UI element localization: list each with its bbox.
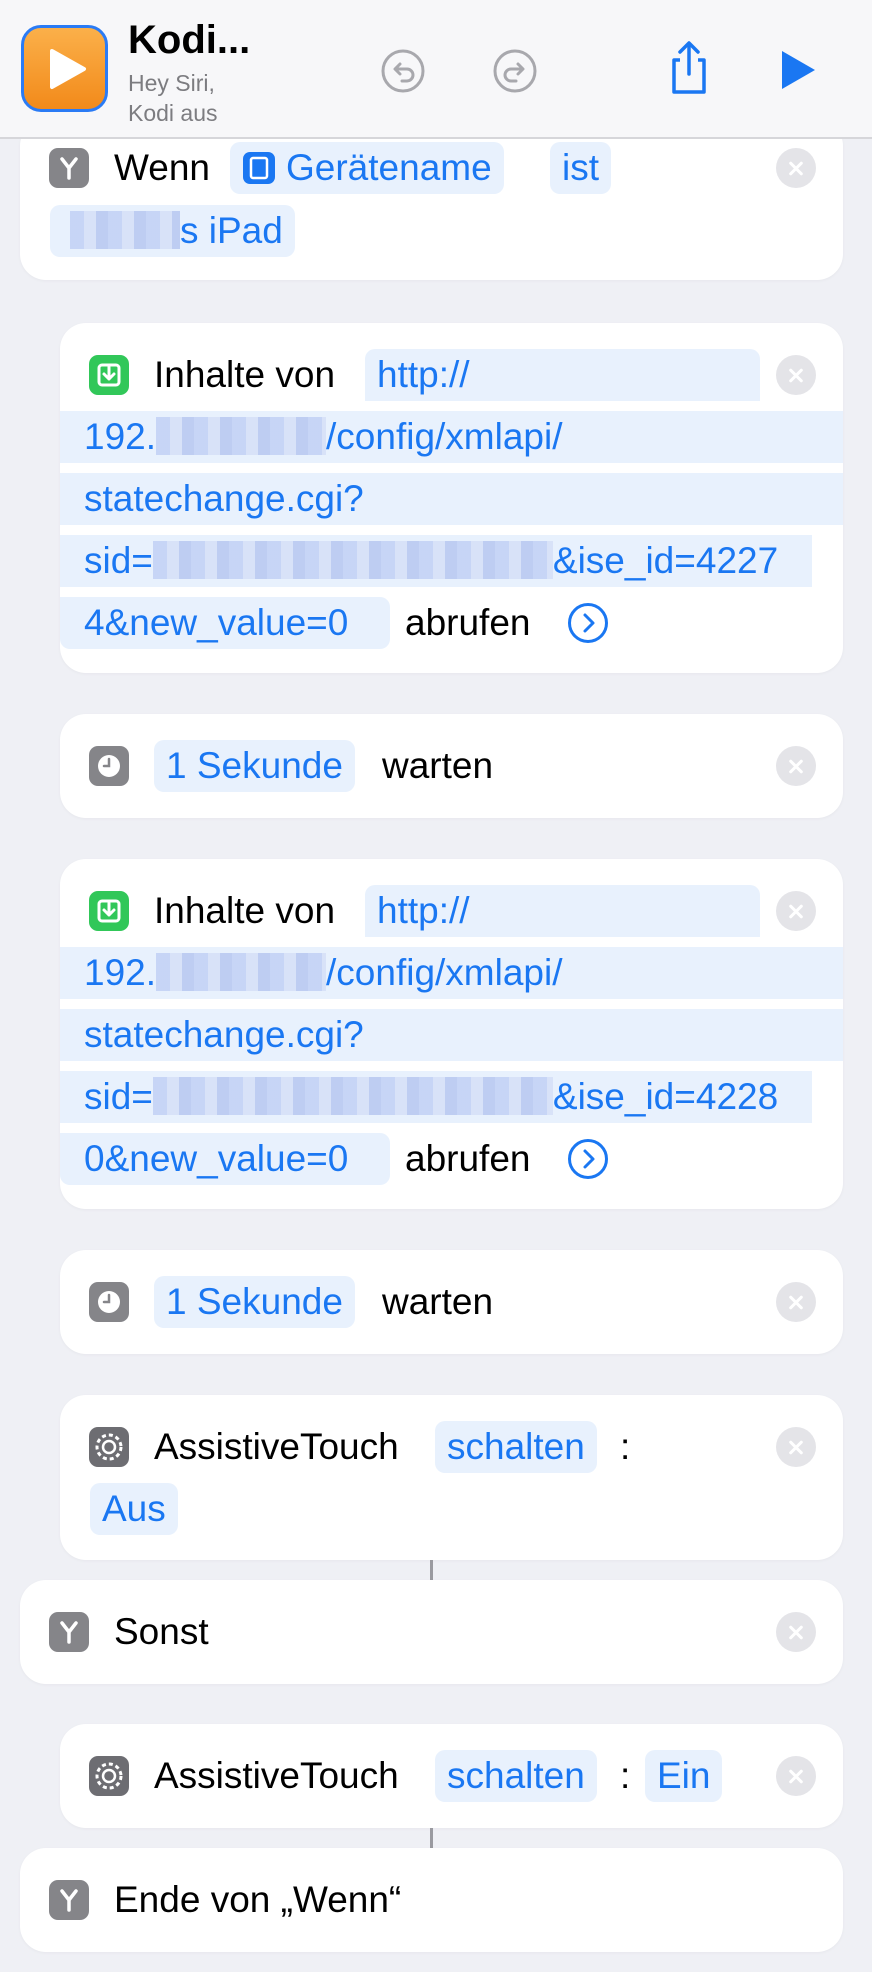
shortcut-app-icon[interactable] xyxy=(21,25,108,112)
wait-card-2[interactable]: 1 Sekunde warten xyxy=(60,1250,843,1354)
fetch-action-label: abrufen xyxy=(405,602,531,643)
remove-else-icon[interactable] xyxy=(776,1612,816,1652)
fetch-action-label: abrufen xyxy=(405,1138,531,1179)
url-line-5[interactable]: 4&new_value=0 xyxy=(60,597,390,649)
share-icon[interactable] xyxy=(666,40,712,96)
url-line-1[interactable]: http:// xyxy=(365,885,760,937)
if-keyword: Wenn xyxy=(114,147,210,188)
url-line-2[interactable]: 192. /config/xmlapi/ xyxy=(60,947,843,999)
download-icon xyxy=(89,355,129,395)
redo-icon[interactable] xyxy=(492,48,538,94)
wait-duration-pill[interactable]: 1 Sekunde xyxy=(154,740,355,792)
assistivetouch-card-2[interactable]: AssistiveTouch schalten : Ein xyxy=(60,1724,843,1828)
get-contents-card-1[interactable]: Inhalte von http:// 192./config/xmlapi/ … xyxy=(60,323,843,673)
scripting-branch-icon xyxy=(49,1880,89,1920)
get-contents-label: Inhalte von xyxy=(154,890,336,931)
colon-separator: : xyxy=(620,1426,631,1467)
remove-assistivetouch-1-icon[interactable] xyxy=(776,1427,816,1467)
assistivetouch-label: AssistiveTouch xyxy=(154,1755,399,1796)
shortcut-subtitle-line1: Hey Siri, xyxy=(128,70,215,96)
remove-wait-1-icon[interactable] xyxy=(776,746,816,786)
run-shortcut-icon[interactable] xyxy=(778,48,818,92)
assistivetouch-label: AssistiveTouch xyxy=(154,1426,399,1467)
wait-card-1[interactable]: 1 Sekunde warten xyxy=(60,714,843,818)
flow-connector xyxy=(430,1560,433,1580)
scripting-branch-icon xyxy=(49,148,89,188)
redacted-sid xyxy=(152,541,553,580)
condition-field-label: Gerätename xyxy=(286,147,492,188)
if-action-card[interactable]: Wenn Gerätename ist s iPad xyxy=(20,120,843,280)
settings-gear-icon xyxy=(89,1427,129,1467)
url-line-4[interactable]: sid= &ise_id=4228 xyxy=(60,1071,812,1123)
ipad-icon xyxy=(243,152,275,184)
toggle-mode-pill[interactable]: schalten xyxy=(435,1750,597,1802)
redacted-host xyxy=(156,953,327,992)
undo-icon[interactable] xyxy=(380,48,426,94)
remove-assistivetouch-2-icon[interactable] xyxy=(776,1756,816,1796)
chevron-right-icon[interactable] xyxy=(568,603,608,643)
url-line-1[interactable]: http:// xyxy=(365,349,760,401)
redacted-host xyxy=(156,417,327,456)
get-contents-label: Inhalte von xyxy=(154,354,336,395)
remove-if-icon[interactable] xyxy=(776,148,816,188)
url-sid-prefix: sid= xyxy=(84,1076,153,1117)
url-path: /config/xmlapi/ xyxy=(326,952,563,993)
condition-value-suffix: s iPad xyxy=(180,210,283,251)
toggle-value-pill[interactable]: Aus xyxy=(90,1483,178,1535)
url-ise-id: &ise_id=4228 xyxy=(552,1076,779,1117)
condition-value-pill[interactable]: s iPad xyxy=(50,205,295,257)
end-if-card[interactable]: Ende von „Wenn“ xyxy=(20,1848,843,1952)
get-contents-card-2[interactable]: Inhalte von http:// 192./config/xmlapi/ … xyxy=(60,859,843,1209)
shortcut-title[interactable]: Kodi... xyxy=(128,18,250,63)
url-line-2[interactable]: 192. /config/xmlapi/ xyxy=(60,411,843,463)
settings-gear-icon xyxy=(89,1756,129,1796)
assistivetouch-card-1[interactable]: AssistiveTouch schalten : Aus xyxy=(60,1395,843,1560)
redacted-sid xyxy=(152,1077,553,1116)
editor-header: Kodi... Hey Siri, Kodi aus xyxy=(0,0,872,139)
condition-operator-pill[interactable]: ist xyxy=(550,142,611,194)
else-keyword: Sonst xyxy=(114,1611,209,1652)
flow-connector xyxy=(430,1828,433,1848)
remove-fetch-2-icon[interactable] xyxy=(776,891,816,931)
redacted-name xyxy=(70,211,180,250)
remove-wait-2-icon[interactable] xyxy=(776,1282,816,1322)
toggle-mode-pill[interactable]: schalten xyxy=(435,1421,597,1473)
shortcut-subtitle-line2: Kodi aus xyxy=(128,100,218,126)
chevron-right-icon[interactable] xyxy=(568,1139,608,1179)
url-host-prefix: 192. xyxy=(84,416,157,457)
clock-icon xyxy=(89,1282,129,1322)
url-host-prefix: 192. xyxy=(84,952,157,993)
url-sid-prefix: sid= xyxy=(84,540,153,581)
wait-label: warten xyxy=(382,1281,494,1322)
toggle-value-pill[interactable]: Ein xyxy=(645,1750,723,1802)
else-action-card[interactable]: Sonst xyxy=(20,1580,843,1684)
url-line-3[interactable]: statechange.cgi? xyxy=(60,1009,843,1061)
url-line-5[interactable]: 0&new_value=0 xyxy=(60,1133,390,1185)
url-ise-id: &ise_id=4227 xyxy=(552,540,779,581)
url-path: /config/xmlapi/ xyxy=(326,416,563,457)
download-icon xyxy=(89,891,129,931)
remove-fetch-1-icon[interactable] xyxy=(776,355,816,395)
wait-label: warten xyxy=(382,745,494,786)
url-line-4[interactable]: sid= &ise_id=4227 xyxy=(60,535,812,587)
condition-field-pill[interactable]: Gerätename xyxy=(230,142,504,194)
wait-duration-pill[interactable]: 1 Sekunde xyxy=(154,1276,355,1328)
colon-separator: : xyxy=(620,1755,631,1796)
end-if-label: Ende von „Wenn“ xyxy=(114,1879,402,1920)
clock-icon xyxy=(89,746,129,786)
play-icon xyxy=(50,49,86,89)
scripting-branch-icon xyxy=(49,1612,89,1652)
url-line-3[interactable]: statechange.cgi? xyxy=(60,473,843,525)
